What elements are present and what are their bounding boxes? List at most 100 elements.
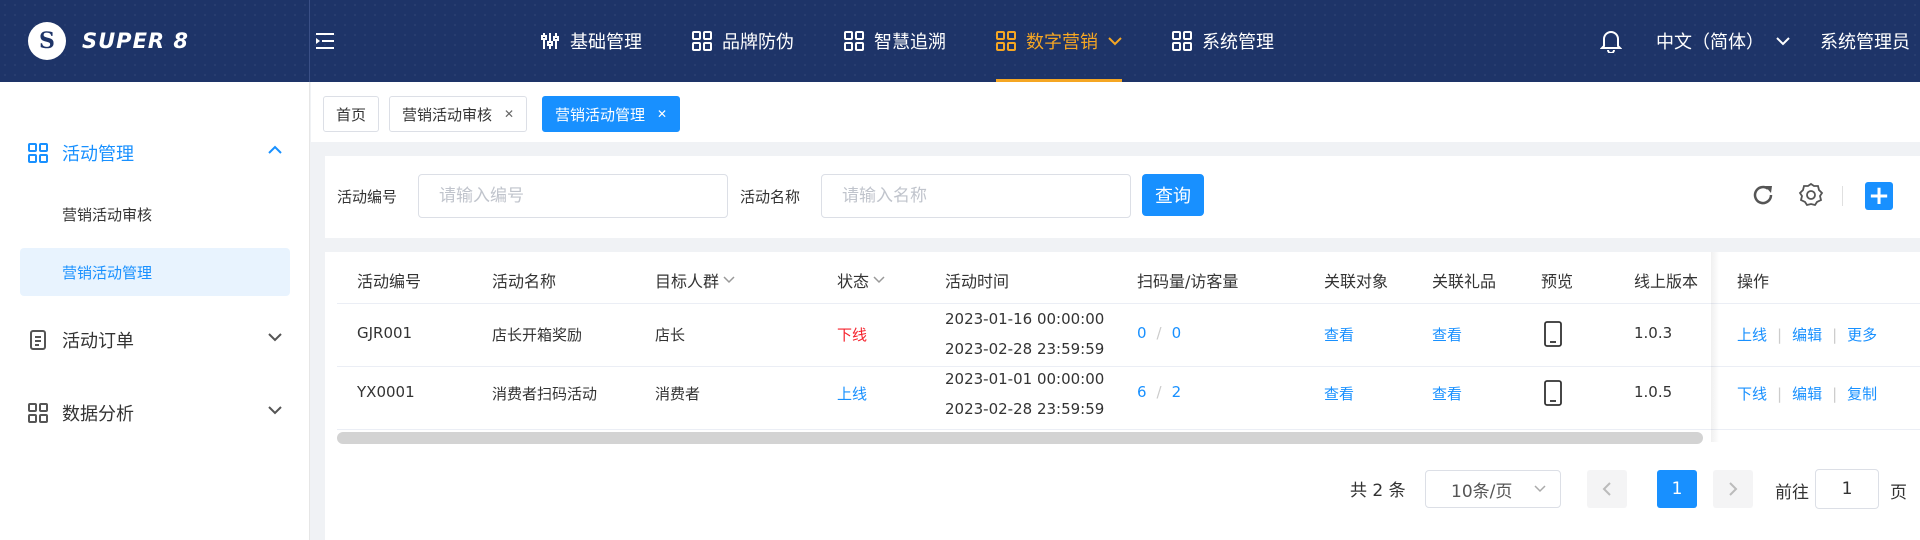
column-header: 活动编号: [357, 272, 422, 291]
tab-manage[interactable]: 营销活动管理 ✕: [542, 96, 681, 132]
time-start: 2023-01-01 00:00:00: [945, 370, 1105, 388]
chevron-down-icon: [873, 276, 885, 284]
column-header-label: 目标人群: [655, 272, 720, 291]
menu-collapse-icon[interactable]: [314, 30, 336, 52]
bell-icon[interactable]: [1600, 29, 1622, 53]
sidebar-group-label: 活动管理: [62, 144, 134, 165]
cell-code: YX0001: [357, 383, 415, 401]
logo-mark: S: [28, 22, 66, 60]
sidebar-item-manage[interactable]: 营销活动管理: [20, 248, 290, 296]
column-header: 关联礼品: [1432, 272, 1497, 291]
time-end: 2023-02-28 23:59:59: [945, 340, 1105, 358]
page-number-1[interactable]: 1: [1657, 470, 1697, 508]
view-gift-link[interactable]: 查看: [1432, 324, 1462, 345]
time-end: 2023-02-28 23:59:59: [945, 400, 1105, 418]
nav-item-label: 品牌防伪: [722, 32, 794, 53]
column-header-label: 状态: [837, 272, 870, 291]
nav-item-trace[interactable]: 智慧追溯: [844, 0, 946, 82]
cell-scans: 6 / 2: [1137, 383, 1181, 401]
logo[interactable]: S SUPER 8: [0, 0, 310, 82]
chevron-up-icon: [268, 145, 282, 155]
prev-page-button[interactable]: [1587, 470, 1627, 508]
goto-page-input[interactable]: [1815, 469, 1879, 509]
sidebar-group-orders[interactable]: 活动订单: [0, 315, 310, 365]
goto-suffix: 页: [1890, 483, 1907, 503]
cell-time: 2023-01-16 00:00:00 2023-02-28 23:59:59: [945, 304, 1104, 364]
chevron-down-icon: [1534, 485, 1546, 493]
sidebar-item-review[interactable]: 营销活动审核: [20, 190, 290, 238]
table-row: YX0001 消费者扫码活动 消费者 上线 2023-01-01 00:00:0…: [337, 367, 1920, 430]
chevron-down-icon: [268, 332, 282, 342]
cell-status: 下线: [837, 326, 868, 344]
tab-home[interactable]: 首页: [323, 96, 380, 132]
column-header: 扫码量/访客量: [1137, 272, 1239, 291]
nav-item-label: 智慧追溯: [874, 32, 946, 53]
view-object-link[interactable]: 查看: [1324, 383, 1354, 404]
sidebar: 活动管理 营销活动审核 营销活动管理 活动订单 数据分析: [0, 82, 310, 540]
cell-code: GJR001: [357, 324, 413, 342]
grid-icon: [1172, 31, 1192, 51]
name-label: 活动名称: [740, 188, 801, 206]
column-header: 活动时间: [945, 272, 1010, 291]
tab-bar: 首页 营销活动审核 ✕ 营销活动管理 ✕: [311, 82, 1920, 142]
cell-name: 消费者扫码活动: [492, 385, 598, 403]
phone-preview-icon[interactable]: [1543, 379, 1563, 411]
chevron-down-icon: [268, 405, 282, 415]
cell-version: 1.0.5: [1634, 383, 1673, 401]
nav-item-label: 基础管理: [570, 32, 642, 53]
view-object-link[interactable]: 查看: [1324, 324, 1354, 345]
sidebar-item-label: 营销活动管理: [62, 263, 153, 282]
more-link[interactable]: 更多: [1847, 326, 1877, 344]
nav-item-basic[interactable]: 基础管理: [540, 0, 642, 82]
next-page-button[interactable]: [1713, 470, 1753, 508]
user-menu[interactable]: 系统管理员: [1820, 28, 1910, 54]
cell-name: 店长开箱奖励: [492, 326, 583, 344]
chevron-down-icon: [1776, 36, 1790, 46]
horizontal-scrollbar[interactable]: [337, 432, 1703, 444]
offline-link[interactable]: 下线: [1737, 385, 1767, 403]
nav-item-marketing[interactable]: 数字营销: [996, 0, 1122, 82]
column-header: 线上版本: [1634, 272, 1699, 291]
copy-link[interactable]: 复制: [1847, 385, 1877, 403]
phone-preview-icon[interactable]: [1543, 320, 1563, 352]
view-gift-link[interactable]: 查看: [1432, 383, 1462, 404]
code-input[interactable]: [418, 174, 728, 218]
online-link[interactable]: 上线: [1737, 326, 1767, 344]
tab-label: 首页: [336, 105, 367, 124]
language-select[interactable]: 中文（简体）: [1656, 28, 1790, 54]
slash-divider: /: [1156, 383, 1162, 401]
page-size-select[interactable]: 10条/页: [1425, 470, 1561, 508]
table-header: 活动编号 活动名称 目标人群 状态 活动时间 扫码量/访客量 关联对象 关联礼品…: [337, 252, 1920, 304]
nav-item-brand[interactable]: 品牌防伪: [692, 0, 794, 82]
close-icon[interactable]: ✕: [657, 107, 667, 121]
visitor-count-link[interactable]: 2: [1172, 383, 1182, 401]
gear-icon[interactable]: [1798, 182, 1824, 208]
name-input[interactable]: [821, 174, 1131, 218]
op-divider: |: [1777, 385, 1783, 403]
toolbar-divider: [1842, 186, 1843, 206]
column-header-status[interactable]: 状态: [837, 268, 885, 292]
tab-review[interactable]: 营销活动审核 ✕: [389, 96, 528, 132]
scan-count-link[interactable]: 6: [1137, 383, 1147, 401]
column-header-target[interactable]: 目标人群: [655, 268, 735, 292]
language-label: 中文（简体）: [1656, 32, 1764, 53]
refresh-icon[interactable]: [1750, 182, 1776, 208]
cell-target: 店长: [655, 326, 686, 344]
edit-link[interactable]: 编辑: [1792, 385, 1822, 403]
close-icon[interactable]: ✕: [504, 107, 514, 121]
goto-prefix: 前往: [1775, 483, 1809, 503]
visitor-count-link[interactable]: 0: [1172, 324, 1182, 342]
grid-icon: [692, 31, 712, 51]
query-button[interactable]: 查询: [1142, 174, 1204, 216]
edit-link[interactable]: 编辑: [1792, 326, 1822, 344]
nav-item-system[interactable]: 系统管理: [1172, 0, 1274, 82]
sidebar-group-analytics[interactable]: 数据分析: [0, 388, 310, 438]
search-panel: 活动编号 活动名称 查询 +: [325, 156, 1920, 238]
add-button[interactable]: +: [1865, 182, 1893, 210]
total-count: 共 2 条: [1350, 481, 1406, 501]
top-right-area: 中文（简体） 系统管理员: [1600, 0, 1920, 82]
sidebar-group-activity[interactable]: 活动管理: [0, 128, 310, 178]
table-row: GJR001 店长开箱奖励 店长 下线 2023-01-16 00:00:00 …: [337, 304, 1920, 367]
sidebar-item-label: 营销活动审核: [62, 205, 153, 224]
scan-count-link[interactable]: 0: [1137, 324, 1147, 342]
